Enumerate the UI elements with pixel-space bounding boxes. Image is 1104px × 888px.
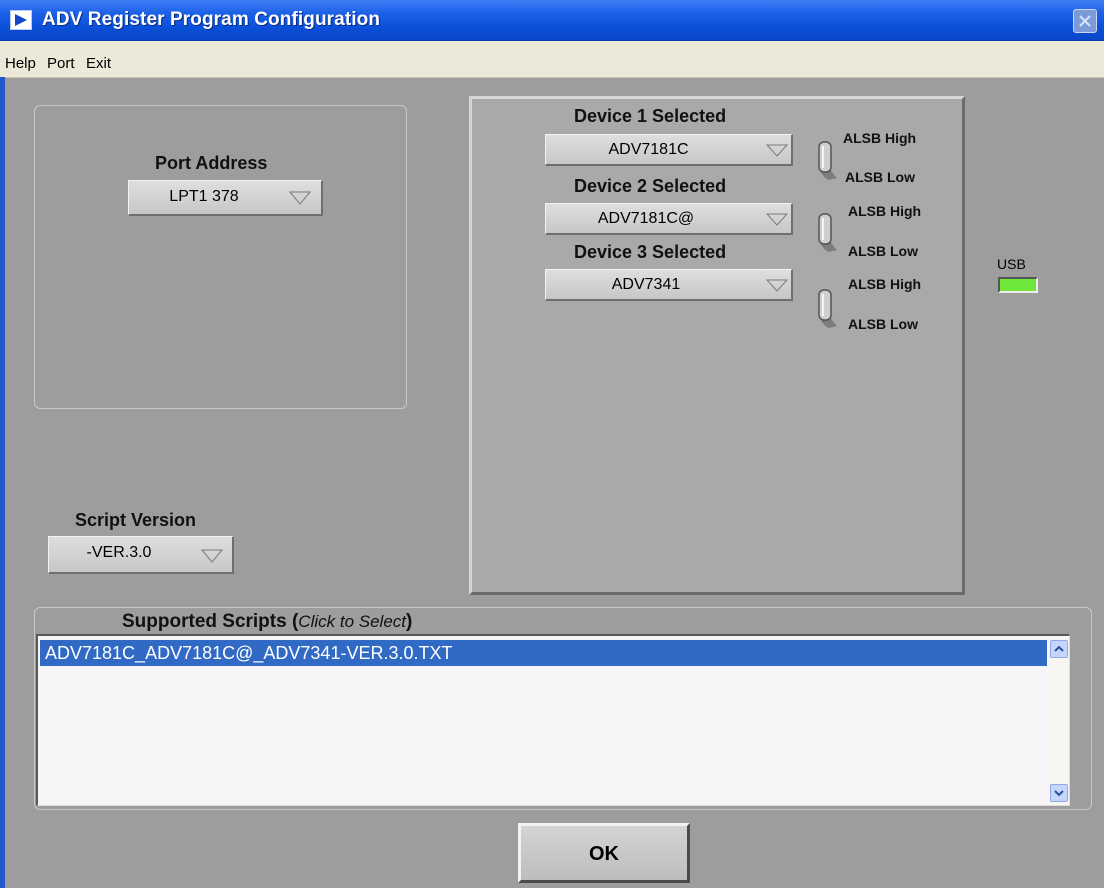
usb-label: USB (997, 256, 1026, 272)
list-scrollbar[interactable] (1050, 638, 1068, 804)
port-panel (34, 105, 407, 409)
chevron-down-icon (289, 191, 311, 205)
device-1-alsb-low-label: ALSB Low (845, 169, 915, 185)
port-address-label: Port Address (155, 153, 268, 173)
script-version-dropdown[interactable]: -VER.3.0 (48, 536, 234, 574)
supported-scripts-hint: Click to Select (298, 612, 406, 631)
device-1-value: ADV7181C (608, 141, 689, 158)
device-2-alsb-toggle[interactable] (815, 212, 839, 254)
device-3-label: Device 3 Selected (574, 242, 727, 262)
menu-help[interactable]: Help (5, 55, 36, 72)
device-2-alsb-low-label: ALSB Low (848, 243, 918, 259)
supported-scripts-title-text: Supported Scripts ( (122, 611, 299, 632)
device-2-dropdown[interactable]: ADV7181C@ (545, 203, 793, 235)
chevron-down-icon (766, 144, 788, 157)
supported-scripts-list[interactable]: ADV7181C_ADV7181C@_ADV7341-VER.3.0.TXT (36, 634, 1070, 806)
device-1-alsb-high-label: ALSB High (843, 130, 917, 146)
device-3-value: ADV7341 (611, 276, 681, 293)
ok-button[interactable]: OK (518, 823, 690, 883)
device-1-alsb-toggle[interactable] (815, 140, 839, 182)
menu-bar: Help Port Exit (0, 41, 1104, 78)
close-button[interactable] (1073, 9, 1097, 33)
device-3-alsb-high-label: ALSB High (848, 276, 922, 292)
chevron-down-icon (766, 279, 788, 292)
window-frame-edge (0, 77, 5, 888)
device-1-dropdown[interactable]: ADV7181C (545, 134, 793, 166)
device-2-alsb-high-label: ALSB High (848, 203, 922, 219)
port-address-dropdown[interactable]: LPT1 378 (128, 180, 323, 216)
title-bar: ADV Register Program Configuration (0, 0, 1104, 41)
device-3-dropdown[interactable]: ADV7341 (545, 269, 793, 301)
ok-button-label: OK (589, 843, 619, 865)
close-icon (1079, 15, 1091, 27)
supported-scripts-title: Supported Scripts (Click to Select) (122, 611, 412, 633)
port-address-value: LPT1 378 (169, 188, 239, 205)
chevron-up-icon (1054, 645, 1064, 652)
device-2-label: Device 2 Selected (574, 176, 727, 196)
list-item[interactable]: ADV7181C_ADV7181C@_ADV7341-VER.3.0.TXT (40, 640, 1047, 666)
script-version-value: -VER.3.0 (86, 544, 152, 561)
menu-port[interactable]: Port (47, 55, 75, 72)
device-1-label: Device 1 Selected (574, 106, 727, 126)
window-title: ADV Register Program Configuration (42, 9, 381, 30)
chevron-down-icon (766, 213, 788, 226)
app-icon (10, 10, 32, 30)
chevron-down-icon (1054, 790, 1064, 797)
script-version-label: Script Version (75, 510, 197, 530)
scroll-up-button[interactable] (1050, 640, 1068, 658)
supported-scripts-title-close: ) (406, 611, 413, 632)
device-3-alsb-toggle[interactable] (815, 288, 839, 330)
menu-exit[interactable]: Exit (86, 55, 111, 72)
device-3-alsb-low-label: ALSB Low (848, 316, 918, 332)
device-2-value: ADV7181C@ (597, 210, 695, 227)
chevron-down-icon (201, 549, 223, 563)
usb-led-indicator (998, 277, 1038, 293)
list-item-label: ADV7181C_ADV7181C@_ADV7341-VER.3.0.TXT (45, 643, 453, 663)
scroll-down-button[interactable] (1050, 784, 1068, 802)
